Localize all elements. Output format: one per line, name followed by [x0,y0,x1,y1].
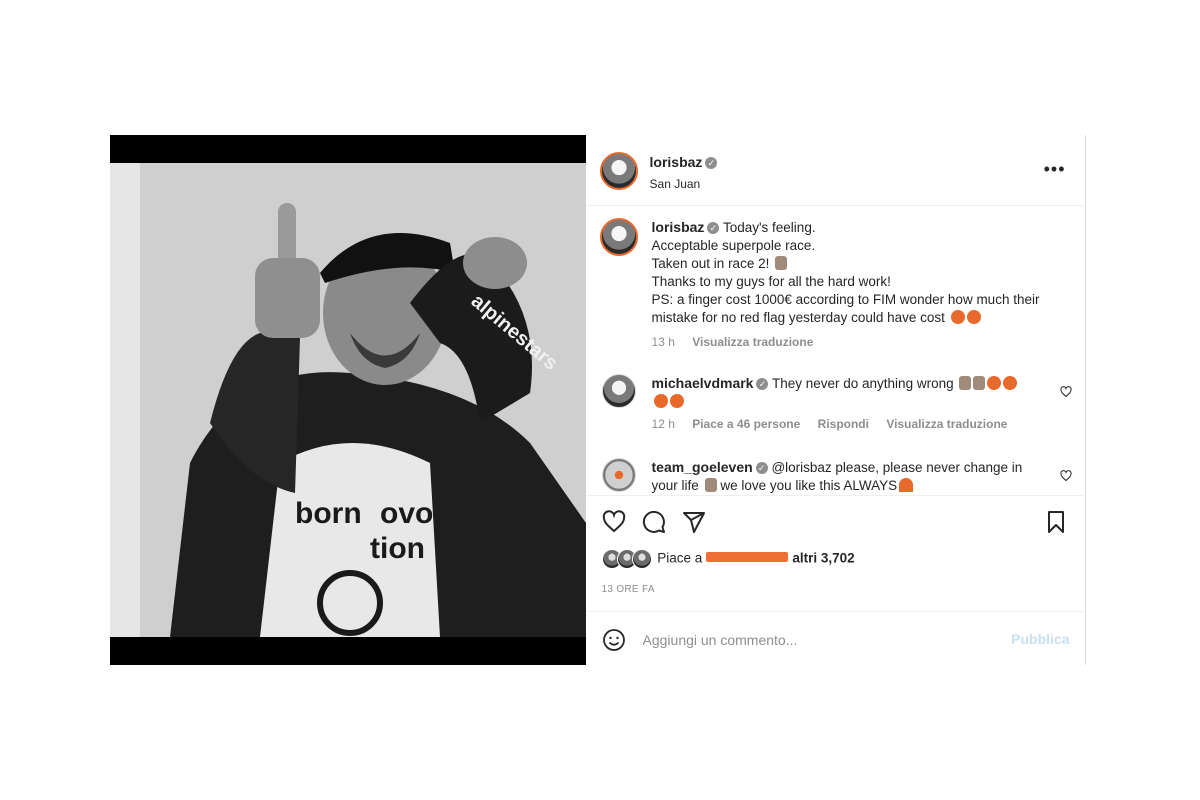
emoji-icon [775,256,788,270]
caption-line-3: Thanks to my guys for all the hard work! [651,274,891,289]
comment-item: michaelvdmark ✓ They never do anything wr… [600,374,1072,431]
comment-text-2: your life [651,478,699,493]
caption-line-1: Acceptable superpole race. [651,238,816,253]
svg-text:tion: tion [370,532,425,565]
author-username[interactable]: lorisbaz [650,154,703,170]
post-timestamp[interactable]: 13 ORE FA [602,584,655,595]
svg-text:born: born [295,497,362,530]
caption-line-0: Today's feeling. [722,220,816,235]
comment-text-3: we love you like this ALWAYS [720,478,898,493]
caption-line-4: PS: a finger cost 1000€ according to FIM… [651,292,1040,307]
comment-like-icon[interactable] [1059,470,1072,482]
likes-count[interactable]: altri 3,702 [792,551,854,566]
comments-section: lorisbaz ✓ Today's feeling. Acceptable su… [586,206,1084,494]
caption-line-5: mistake for no red flag yesterday could … [651,310,945,325]
author-avatar[interactable] [599,152,638,190]
comment-body: michaelvdmark ✓ They never do anything wr… [652,374,1040,411]
post-side-panel: lorisbaz ✓ San Juan ••• lorisbaz ✓ Today's… [585,135,1086,666]
verified-icon: ✓ [707,222,720,234]
comment-icon[interactable] [642,510,666,534]
comment-text: @lorisbaz please, please never change in [771,460,1023,475]
more-icon[interactable]: ••• [1044,159,1066,180]
heart-icon[interactable] [602,510,626,534]
caption-meta: 13 h Visualizza traduzione [652,335,1070,349]
instagram-post: alpinestars born ovo tion lorisbaz ✓ San … [110,135,1086,665]
comment-text: They never do anything wrong [771,376,954,391]
post-photo: alpinestars born ovo tion [110,163,586,637]
bookmark-icon[interactable] [1044,510,1068,534]
caption-text: lorisbaz ✓ Today's feeling. Acceptable su… [652,218,1070,327]
comment-like-icon[interactable] [1059,386,1072,398]
liker-avatar [631,549,652,569]
comment-likes-button[interactable]: Piace a 46 persone [692,417,800,431]
likes-prefix: Piace a [657,550,703,566]
photo-illustration: alpinestars born ovo tion [110,163,586,637]
comment-avatar[interactable] [601,374,636,408]
verified-icon: ✓ [755,462,768,474]
redacted-username [706,551,789,562]
emoji-icon [966,310,981,324]
caption-username[interactable]: lorisbaz [652,219,705,235]
comment-time[interactable]: 12 h [652,417,675,431]
add-comment-bar: Pubblica [585,611,1084,666]
svg-text:ovo: ovo [380,497,433,530]
likes-summary[interactable]: Piace a altri 3,702 [601,549,855,569]
post-actions [585,495,1084,536]
emoji-icon [669,394,684,408]
emoji-icon [973,376,986,390]
emoji-icon [653,394,668,408]
comment-input[interactable] [640,626,1005,654]
caption-avatar[interactable] [599,218,638,256]
post-header: lorisbaz ✓ San Juan ••• [585,135,1084,206]
verified-icon: ✓ [705,157,718,169]
comment-item: team_goeleven ✓ @lorisbaz please, please … [600,458,1072,494]
caption: lorisbaz ✓ Today's feeling. Acceptable su… [599,218,1070,349]
emoji-icon [704,478,717,492]
caption-line-2: Taken out in race 2! [651,256,770,271]
post-location[interactable]: San Juan [650,177,718,191]
caption-line-5-wrap: mistake for no red flag yesterday could … [652,309,1070,327]
author-info: lorisbaz ✓ San Juan [650,154,718,191]
comment-meta: 12 h Piace a 46 persone Rispondi Visuali… [652,417,1070,431]
publish-button[interactable]: Pubblica [1011,631,1069,647]
comment-username[interactable]: michaelvdmark [652,375,754,391]
comment-avatar[interactable] [601,458,636,492]
comment-body: team_goeleven ✓ @lorisbaz please, please … [652,458,1040,494]
caption-translate-button[interactable]: Visualizza traduzione [692,335,813,349]
emoji-icon [1003,376,1018,390]
caption-time[interactable]: 13 h [652,335,675,349]
caption-line-2-wrap: Taken out in race 2! [652,255,1070,273]
liker-avatars [601,549,654,569]
comment-translate-button[interactable]: Visualizza traduzione [886,417,1007,431]
emoji-icon [959,376,972,390]
emoji-icon [950,310,965,324]
emoji-icon [987,376,1002,390]
smile-icon[interactable] [602,628,626,652]
share-icon[interactable] [682,510,706,534]
reply-button[interactable]: Rispondi [818,417,869,431]
comment-username[interactable]: team_goeleven [652,459,753,475]
post-media[interactable]: alpinestars born ovo tion [110,135,586,665]
heart-emoji-icon [899,478,914,492]
verified-icon: ✓ [756,378,769,390]
